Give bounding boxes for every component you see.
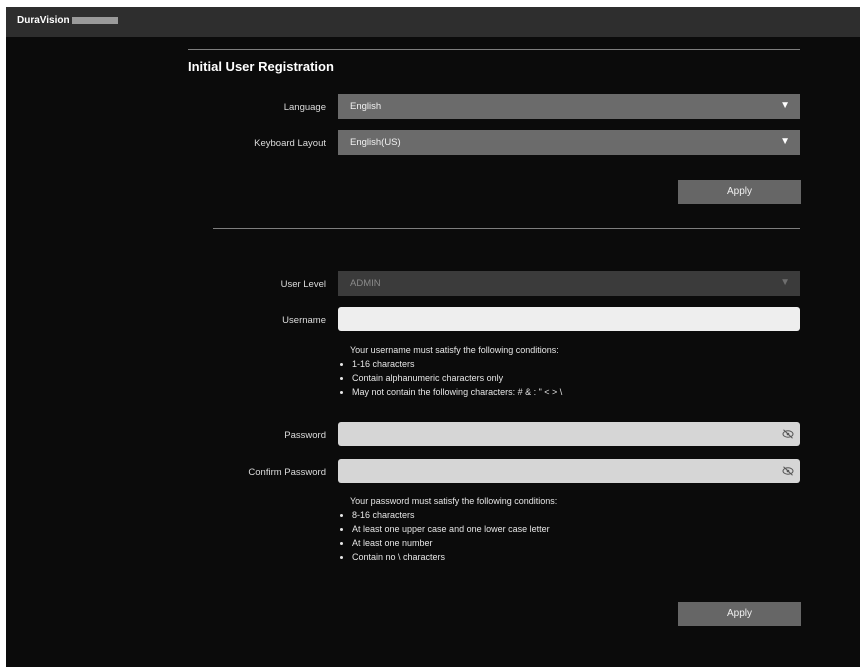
apply-language-button[interactable]: Apply bbox=[678, 180, 801, 204]
chevron-down-icon: ▼ bbox=[780, 136, 790, 147]
language-label: Language bbox=[283, 102, 326, 113]
password-condition: Contain no \ characters bbox=[352, 551, 557, 563]
confirm-password-input[interactable] bbox=[338, 459, 800, 483]
chevron-down-icon: ▼ bbox=[780, 100, 790, 111]
username-input[interactable] bbox=[338, 307, 800, 331]
page-title: Initial User Registration bbox=[188, 59, 334, 74]
brand-logo: DuraVision bbox=[17, 15, 70, 26]
password-label: Password bbox=[284, 430, 326, 441]
username-condition: May not contain the following characters… bbox=[352, 386, 562, 398]
username-conditions: Your username must satisfy the following… bbox=[338, 345, 562, 400]
username-label: Username bbox=[282, 315, 326, 326]
username-conditions-intro: Your username must satisfy the following… bbox=[350, 345, 559, 355]
keyboard-layout-label: Keyboard Layout bbox=[254, 138, 326, 149]
user-level-value: ADMIN bbox=[350, 278, 381, 289]
top-divider bbox=[188, 49, 800, 50]
user-level-select: ADMIN ▼ bbox=[338, 271, 800, 296]
password-input[interactable] bbox=[338, 422, 800, 446]
password-condition: 8-16 characters bbox=[352, 509, 557, 521]
confirm-password-label: Confirm Password bbox=[248, 467, 326, 478]
middle-divider bbox=[213, 228, 800, 229]
chevron-down-icon: ▼ bbox=[780, 277, 790, 288]
language-select[interactable]: English ▼ bbox=[338, 94, 800, 119]
eye-slash-icon[interactable] bbox=[782, 429, 794, 439]
password-condition: At least one upper case and one lower ca… bbox=[352, 523, 557, 535]
eye-slash-icon[interactable] bbox=[782, 466, 794, 476]
password-conditions-intro: Your password must satisfy the following… bbox=[350, 496, 558, 506]
keyboard-layout-value: English(US) bbox=[350, 137, 401, 148]
username-condition: 1-16 characters bbox=[352, 358, 562, 370]
username-condition: Contain alphanumeric characters only bbox=[352, 372, 562, 384]
app-window: DuraVision Initial User Registration Lan… bbox=[6, 7, 860, 667]
apply-registration-button[interactable]: Apply bbox=[678, 602, 801, 626]
password-condition: At least one number bbox=[352, 537, 557, 549]
user-level-label: User Level bbox=[280, 279, 326, 290]
model-name-redacted bbox=[72, 17, 118, 24]
top-bar: DuraVision bbox=[6, 7, 860, 37]
keyboard-layout-select[interactable]: English(US) ▼ bbox=[338, 130, 800, 155]
password-conditions: Your password must satisfy the following… bbox=[338, 496, 557, 565]
language-value: English bbox=[350, 101, 382, 112]
